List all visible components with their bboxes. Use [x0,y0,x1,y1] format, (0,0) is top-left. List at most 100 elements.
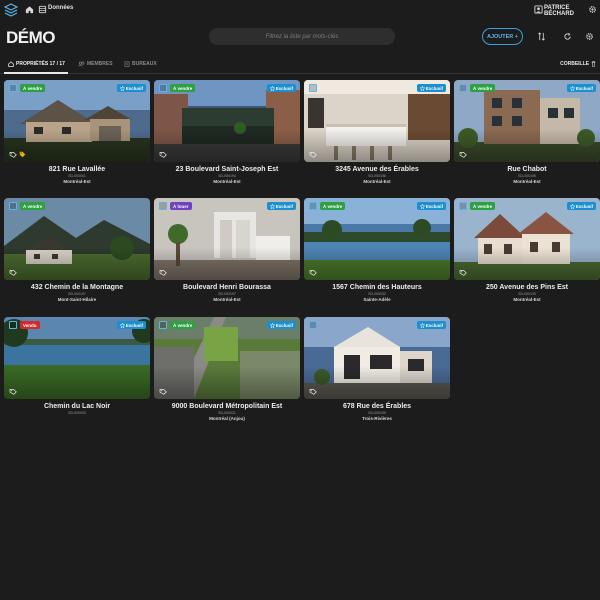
property-card[interactable]: Vendu Exclusif Chemin du Lac Noir SD-000003 [4,317,150,415]
property-address[interactable]: 432 Chemin de la Montagne [4,284,150,291]
select-checkbox[interactable] [159,84,167,92]
property-address[interactable]: 678 Rue des Érables [304,403,450,410]
sort-icon[interactable] [537,32,546,41]
select-checkbox[interactable] [459,84,467,92]
select-checkbox[interactable] [309,84,317,92]
property-address[interactable]: 23 Boulevard Saint-Joseph Est [154,166,300,173]
tags-icon[interactable] [459,151,468,158]
property-card[interactable]: À vendre Exclusif 1567 Chemin des Hauteurs… [304,198,450,302]
status-badge: À vendre [470,84,496,92]
property-city: Montréal-Est [363,179,391,184]
select-checkbox[interactable] [159,321,167,329]
property-photo[interactable]: À vendre Exclusif [154,317,300,399]
property-photo[interactable]: Exclusif [304,317,450,399]
app-logo-icon[interactable] [4,3,18,17]
property-city: Montréal-Est [513,297,541,302]
property-card[interactable]: À vendre Exclusif 23 Boulevard Saint-Josep… [154,80,300,184]
active-tab-indicator [4,72,68,74]
tab-members-label: MEMBRES [87,61,113,67]
tab-members[interactable]: MEMBRES [78,61,113,67]
property-photo[interactable]: Exclusif [304,80,450,162]
user-icon [534,5,543,14]
status-badge: À vendre [320,202,346,210]
property-card[interactable]: À vendre Exclusif Rue Chabot SD-000195 Montr… [454,80,600,184]
search-input[interactable]: Filtrez la liste par mots-clés [209,28,395,45]
property-photo[interactable]: À vendre Exclusif [304,198,450,280]
gear-icon[interactable] [588,5,597,14]
tags-icon[interactable] [159,388,168,395]
select-checkbox[interactable] [309,321,317,329]
property-photo[interactable]: À vendre [4,198,150,280]
property-card[interactable]: À louer Exclusif Boulevard Henri Bourassa S… [154,198,300,302]
trash-button[interactable]: CORBEILLE [560,61,596,67]
property-code: SD-000199 [368,411,386,415]
select-checkbox[interactable] [9,321,17,329]
property-address[interactable]: 250 Avenue des Pins Est [454,284,600,291]
property-photo-image [454,198,600,280]
trash-label: CORBEILLE [560,61,589,67]
property-address[interactable]: 3245 Avenue des Érables [304,166,450,173]
property-address[interactable]: Rue Chabot [454,166,600,173]
property-photo[interactable]: À vendre Exclusif [154,80,300,162]
tags-icon[interactable] [309,388,318,395]
building-icon [124,61,130,67]
settings-icon[interactable] [585,32,594,41]
tags-icon[interactable] [159,151,168,158]
property-card[interactable]: À vendre Exclusif 821 Rue Lavallée SD-00000… [4,80,150,184]
property-city: Montréal (Anjou) [209,416,245,421]
property-address[interactable]: 1567 Chemin des Hauteurs [304,284,450,291]
property-photo[interactable]: À vendre Exclusif [454,80,600,162]
property-photo-image [154,198,300,280]
property-photo-image [454,80,600,162]
select-checkbox[interactable] [9,202,17,210]
property-code: SD-000001 [68,174,86,178]
add-button[interactable]: AJOUTER + [482,28,523,45]
property-photo[interactable]: À vendre Exclusif [4,80,150,162]
property-city: Montréal-Est [63,179,91,184]
tags-icon[interactable] [9,388,18,395]
breadcrumb[interactable]: Données [48,5,73,11]
home-icon[interactable] [25,5,34,14]
star-icon [269,322,275,328]
property-photo-image [154,80,300,162]
property-address[interactable]: Boulevard Henri Bourassa [154,284,300,291]
tags-icon[interactable] [309,151,318,158]
exclusive-label: Exclusif [425,203,443,209]
tags-icon[interactable] [9,151,18,158]
property-card[interactable]: Exclusif 3245 Avenue des Érables SD-000196… [304,80,450,184]
tags-icon[interactable] [309,269,318,276]
property-card[interactable]: À vendre Exclusif 250 Avenue des Pins Est S… [454,198,600,302]
tags-icon[interactable] [459,269,468,276]
property-card[interactable]: À vendre 432 Chemin de la Montagne SD-0001… [4,198,150,302]
property-card[interactable]: Exclusif 678 Rue des Érables SD-000199 Troi… [304,317,450,421]
star-icon [419,203,425,209]
property-address[interactable]: 9000 Boulevard Métropolitain Est [154,403,300,410]
exclusive-badge: Exclusif [266,84,296,92]
property-code: SD-000196 [368,174,386,178]
exclusive-label: Exclusif [125,322,143,328]
status-badge: À louer [170,202,192,210]
tab-offices[interactable]: BUREAUX [124,61,157,67]
property-photo[interactable]: À louer Exclusif [154,198,300,280]
property-address[interactable]: Chemin du Lac Noir [4,403,150,410]
property-photo[interactable]: À vendre Exclusif [454,198,600,280]
property-address[interactable]: 821 Rue Lavallée [4,166,150,173]
tab-properties[interactable]: PROPRIÉTÉS 17 / 17 [8,61,65,67]
property-city: Trois-Rivières [362,416,392,421]
property-photo-image [4,198,150,280]
select-checkbox[interactable] [9,84,17,92]
tags-icon[interactable] [159,269,168,276]
property-code: SD-000197 [218,292,236,296]
select-checkbox[interactable] [159,202,167,210]
label-tag-icon[interactable] [19,151,26,158]
tags-icon[interactable] [9,269,18,276]
property-card[interactable]: À vendre Exclusif 9000 Boulevard Métropoli… [154,317,300,421]
exclusive-badge: Exclusif [416,84,446,92]
database-icon [38,5,47,14]
exclusive-badge: Exclusif [416,202,446,210]
select-checkbox[interactable] [459,202,467,210]
refresh-icon[interactable] [563,32,572,41]
select-checkbox[interactable] [309,202,317,210]
property-code: SD-000032 [368,292,386,296]
property-photo[interactable]: Vendu Exclusif [4,317,150,399]
